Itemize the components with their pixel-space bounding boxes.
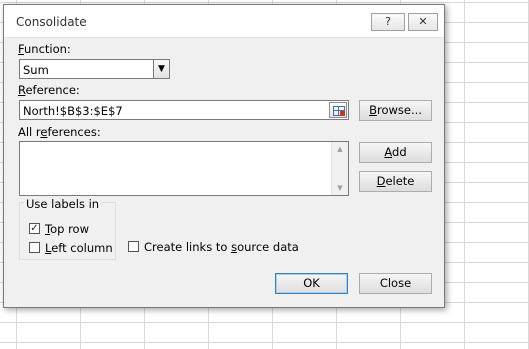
close-button[interactable]: Close [359,273,432,294]
add-button[interactable]: Add [359,142,432,163]
help-button[interactable]: ? [371,13,405,31]
left-column-checkbox[interactable] [29,242,40,253]
title-close-button[interactable]: ✕ [408,13,438,31]
close-icon: ✕ [418,15,428,28]
browse-button[interactable]: Browse... [359,100,432,121]
chevron-down-icon[interactable]: ▼ [153,60,169,78]
delete-button[interactable]: Delete [359,171,432,192]
all-references-list[interactable]: ▲ ▼ [19,141,349,196]
function-dropdown[interactable]: Sum ▼ [19,59,170,79]
use-labels-group: Use labels in ✓ Top row Left column [19,197,116,260]
create-links-checkbox[interactable] [128,241,139,252]
reference-label: Reference: [18,83,80,97]
question-icon: ? [385,15,391,28]
function-selected-value: Sum [23,63,49,77]
scroll-up-icon[interactable]: ▲ [332,142,348,156]
collapse-dialog-icon[interactable] [329,102,347,118]
dialog-title: Consolidate [16,15,87,29]
left-column-label: Left column [45,241,113,255]
top-row-label: Top row [45,222,89,236]
ok-button[interactable]: OK [275,273,348,294]
use-labels-group-title: Use labels in [24,197,102,211]
dialog-titlebar[interactable]: Consolidate ? ✕ [4,5,444,38]
create-links-label: Create links to source data [144,240,299,254]
function-label: Function: [18,42,71,56]
reference-input[interactable]: North!$B$3:$E$7 [19,100,349,120]
scroll-down-icon[interactable]: ▼ [332,181,348,195]
reference-value: North!$B$3:$E$7 [23,104,123,118]
list-scrollbar[interactable]: ▲ ▼ [331,142,348,195]
consolidate-dialog: Consolidate ? ✕ Function: Sum ▼ Referenc… [3,4,445,308]
all-references-label: All references: [18,125,101,139]
top-row-checkbox[interactable]: ✓ [29,223,40,234]
